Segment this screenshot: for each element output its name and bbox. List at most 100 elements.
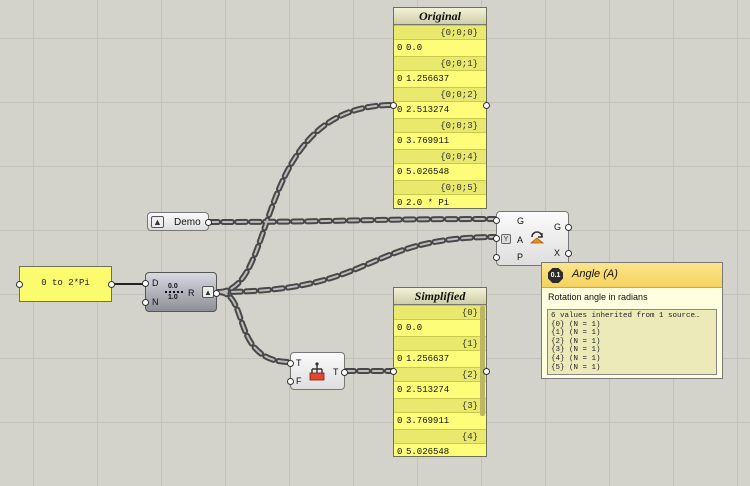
panel-input-grip[interactable] — [16, 281, 23, 288]
input-label: P — [517, 252, 524, 262]
item-value: 2.0 * Pi — [406, 198, 450, 208]
panel-output-grip[interactable] — [483, 102, 490, 109]
output-grip-r[interactable] — [213, 290, 220, 297]
item-index: 0 — [397, 105, 403, 115]
output-label: G — [554, 222, 562, 232]
panel-value-row: 0 2.513274 — [394, 102, 486, 118]
input-grip-f[interactable] — [287, 378, 294, 385]
tooltip-detail-line: {4} (N = 1) — [551, 354, 601, 363]
tooltip-detail-line: 6 values inherited from 1 source… — [551, 312, 700, 320]
panel-original[interactable]: Original {0;0;0} 0 0.0 {0;0;1} 0 1.256637 {0;0… — [390, 7, 490, 211]
panel-title: Original — [394, 8, 486, 25]
item-index: 0 — [397, 354, 403, 364]
item-index: 0 — [397, 385, 403, 395]
item-value: 0.0 — [406, 323, 423, 333]
panel-range-text: 0 to 2*Pi — [41, 278, 90, 288]
item-index: 0 — [397, 416, 403, 426]
input-label: D — [152, 278, 159, 288]
tooltip-detail-line: {5} (N = 1) — [551, 363, 601, 372]
item-index: 0 — [397, 323, 403, 333]
simplify-icon — [308, 362, 326, 382]
panel-scrollbar[interactable] — [480, 306, 485, 416]
panel-value-row: 0 1.256637 — [394, 351, 486, 367]
panel-simplified[interactable]: Simplified {0} 0 0.0 {1} 0 1.256637 {2} 0 2.5132… — [390, 287, 490, 460]
tooltip-header: 0.1 Angle (A) — [542, 263, 722, 288]
item-value: 5.026548 — [406, 167, 450, 177]
input-grip-t[interactable] — [287, 360, 294, 367]
input-grip-p[interactable] — [493, 254, 500, 261]
branch-path: {0;0;1} — [394, 56, 486, 71]
graft-icon: Y — [501, 234, 511, 244]
rotate-icon — [529, 228, 545, 244]
panel-output-grip[interactable] — [108, 281, 115, 288]
rotate-component[interactable]: G Y A P G X — [493, 211, 572, 266]
branch-path: {0;0;4} — [394, 149, 486, 164]
branch-path: {1} — [394, 336, 486, 351]
panel-rows: {0;0;0} 0 0.0 {0;0;1} 0 1.256637 {0;0;2} 0 2.513… — [394, 25, 486, 211]
panel-value-row: 0 5.026548 — [394, 164, 486, 180]
branch-path: {0;0;0} — [394, 25, 486, 40]
tooltip-detail-line: {2} (N = 1) — [551, 337, 601, 346]
item-index: 0 — [397, 198, 403, 208]
branch-path: {2} — [394, 367, 486, 382]
panel-title: Simplified — [394, 288, 486, 305]
input-label: G — [517, 216, 525, 226]
panel-input-grip[interactable] — [390, 102, 397, 109]
tooltip-detail-line: {1} (N = 1) — [551, 329, 601, 338]
item-value: 2.513274 — [406, 105, 450, 115]
item-index: 0 — [397, 167, 403, 177]
param-output-grip[interactable] — [205, 219, 212, 226]
item-value: 3.769911 — [406, 136, 450, 146]
output-label: X — [554, 248, 561, 258]
input-label: N — [152, 297, 159, 307]
branch-path: {0;0;5} — [394, 180, 486, 195]
item-value: 1.256637 — [406, 74, 450, 84]
arrow-up-icon: ▲ — [151, 216, 164, 228]
item-index: 0 — [397, 136, 403, 146]
item-index: 0 — [397, 74, 403, 84]
item-value: 5.026548 — [406, 447, 450, 457]
panel-value-row: 0 5.026548 — [394, 444, 486, 460]
input-label: F — [296, 376, 302, 386]
panel-value-row: 0 3.769911 — [394, 413, 486, 429]
panel-input-grip[interactable] — [390, 368, 397, 375]
branch-path: {0;0;3} — [394, 118, 486, 133]
tooltip-detail-line: {0} (N = 1) — [551, 320, 601, 329]
range-component[interactable]: D N 0.0 1.0 R ▲ — [142, 272, 220, 312]
panel-range-input[interactable]: 0 to 2*Pi — [16, 266, 115, 302]
number-param-icon: 0.1 — [548, 268, 563, 283]
panel-value-row: 0 1.256637 — [394, 71, 486, 87]
item-index: 0 — [397, 43, 403, 53]
input-grip-n[interactable] — [142, 299, 149, 306]
branch-path: {4} — [394, 429, 486, 444]
branch-path: {0;0;2} — [394, 87, 486, 102]
tooltip-description: Rotation angle in radians — [548, 292, 648, 302]
panel-rows: {0} 0 0.0 {1} 0 1.256637 {2} 0 2.513274 {3} 0 3.769… — [394, 305, 486, 460]
input-grip-g[interactable] — [493, 217, 500, 224]
tooltip-angle-input: 0.1 Angle (A) Rotation angle in radians … — [541, 262, 723, 379]
output-grip-g[interactable] — [565, 224, 572, 231]
panel-value-row: 0 2.0 * Pi — [394, 195, 486, 211]
output-grip-t[interactable] — [341, 369, 348, 376]
input-label: A — [517, 235, 524, 245]
tooltip-title: Angle (A) — [572, 268, 618, 280]
panel-value-row: 0 0.0 — [394, 320, 486, 336]
range-icon: 0.0 1.0 — [165, 282, 183, 302]
wire-layer — [111, 102, 499, 374]
output-label: T — [333, 367, 339, 377]
item-index: 0 — [397, 447, 403, 457]
simplify-component[interactable]: T F T — [287, 352, 348, 390]
demo-parameter[interactable]: ▲ Demo — [147, 212, 212, 231]
input-grip-a[interactable] — [493, 235, 500, 242]
item-value: 3.769911 — [406, 416, 450, 426]
panel-output-grip[interactable] — [483, 368, 490, 375]
output-label: R — [188, 288, 195, 298]
wire-range-to-simplify — [215, 289, 293, 365]
input-grip-d[interactable] — [142, 280, 149, 287]
panel-value-row: 0 3.769911 — [394, 133, 486, 149]
tooltip-details: 6 values inherited from 1 source… {0} (N … — [547, 309, 717, 375]
panel-value-row: 0 2.513274 — [394, 382, 486, 398]
item-value: 1.256637 — [406, 354, 450, 364]
output-grip-x[interactable] — [565, 250, 572, 257]
item-value: 0.0 — [406, 43, 423, 53]
